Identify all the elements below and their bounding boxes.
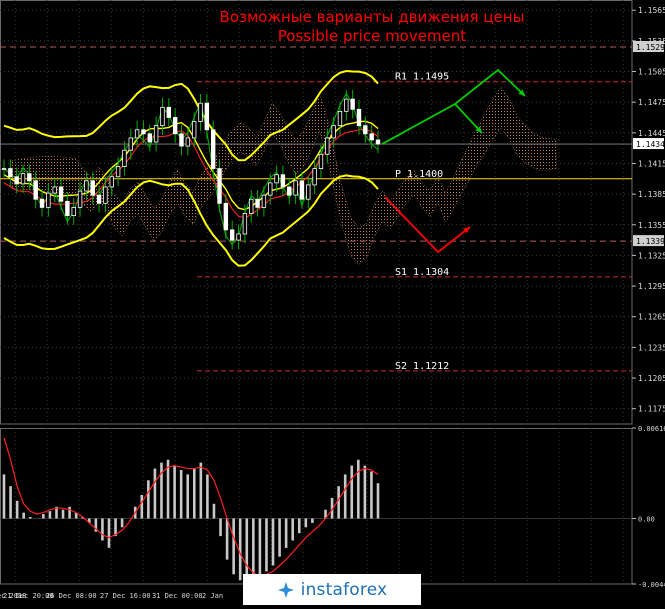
osc-tick-label: 0.00616 bbox=[638, 425, 665, 433]
marked-price-label: 1.1529 bbox=[636, 43, 665, 52]
candle-body bbox=[255, 198, 260, 208]
candle-body bbox=[179, 133, 184, 147]
candle-body bbox=[331, 125, 336, 139]
candle-body bbox=[299, 180, 305, 200]
candle-body bbox=[198, 102, 203, 122]
title-ru: Возможные варианты движения цены bbox=[220, 8, 525, 26]
candle-body bbox=[223, 202, 229, 231]
current-price-label: 1.1434 bbox=[636, 140, 665, 149]
candle-body bbox=[52, 186, 57, 194]
candle-body bbox=[147, 133, 152, 143]
candle-body bbox=[134, 129, 140, 139]
price-tick-label: 1.1415 bbox=[638, 159, 665, 168]
candle-body bbox=[363, 125, 368, 135]
candle-body bbox=[306, 184, 311, 200]
price-tick-label: 1.1235 bbox=[638, 343, 665, 352]
time-label: 26 Dec 08:00 bbox=[46, 592, 97, 600]
candle-body bbox=[1, 168, 7, 170]
price-tick-label: 1.1205 bbox=[638, 374, 665, 383]
candle-body bbox=[46, 192, 51, 208]
price-tick-label: 1.1475 bbox=[638, 98, 665, 107]
pivot-label: S2 1.1212 bbox=[395, 361, 449, 372]
candle-body bbox=[115, 166, 121, 178]
pivot-label: S1 1.1304 bbox=[395, 267, 449, 278]
candle-body bbox=[236, 233, 241, 241]
candle-body bbox=[325, 137, 330, 155]
time-label: 27 Dec 16:00 bbox=[100, 592, 151, 600]
candle-body bbox=[33, 180, 38, 200]
price-tick-label: 1.1565 bbox=[638, 6, 665, 15]
candle-body bbox=[318, 153, 324, 169]
candle-body bbox=[268, 182, 273, 196]
lower-marked-price-label: 1.1339 bbox=[636, 237, 665, 246]
pivot-label: P 1.1400 bbox=[395, 169, 443, 180]
candle-body bbox=[230, 229, 235, 241]
pivot-label: R1 1.1495 bbox=[395, 72, 449, 83]
time-label: 31 Dec 00:00 bbox=[152, 592, 203, 600]
logo-mark-icon bbox=[277, 581, 295, 599]
candle-body bbox=[350, 98, 355, 110]
candle-body bbox=[141, 129, 146, 135]
price-tick-label: 1.1445 bbox=[638, 129, 665, 138]
price-tick-label: 1.1325 bbox=[638, 251, 665, 260]
price-tick-label: 1.1175 bbox=[638, 405, 665, 414]
time-label: 2 Jan bbox=[202, 592, 223, 600]
price-tick-label: 1.1385 bbox=[638, 190, 665, 199]
chart-stage: R2 1.1588R1 1.1495P 1.1400S1 1.1304S2 1.… bbox=[0, 0, 665, 605]
osc-tick-label: 0.00 bbox=[638, 515, 655, 523]
candle-body bbox=[280, 174, 286, 188]
price-tick-label: 1.1295 bbox=[638, 282, 665, 291]
candle-body bbox=[274, 174, 279, 184]
candle-body bbox=[58, 186, 64, 202]
candle-body bbox=[39, 198, 45, 208]
candle-body bbox=[287, 186, 292, 196]
candle-body bbox=[210, 129, 216, 169]
candle-body bbox=[122, 149, 127, 167]
candle-body bbox=[172, 117, 178, 135]
candle-body bbox=[293, 180, 298, 196]
candle-body bbox=[90, 180, 95, 196]
candle-body bbox=[128, 137, 133, 151]
candle-body bbox=[312, 168, 317, 186]
candle-body bbox=[14, 176, 19, 185]
candle-body bbox=[96, 194, 102, 204]
candle-body bbox=[84, 180, 89, 192]
candle-body bbox=[185, 137, 191, 147]
candle-body bbox=[20, 173, 26, 185]
candle-body bbox=[337, 110, 343, 127]
candle-body bbox=[8, 168, 13, 178]
price-tick-label: 1.1505 bbox=[638, 68, 665, 77]
osc-tick-label: -0.00446 bbox=[638, 581, 665, 589]
candle-body bbox=[160, 106, 165, 127]
candle-body bbox=[109, 176, 114, 188]
price-tick-label: 1.1355 bbox=[638, 221, 665, 230]
candle-body bbox=[344, 98, 349, 112]
title-en: Possible price movement bbox=[278, 27, 467, 45]
candle-body bbox=[375, 139, 381, 145]
candle-body bbox=[27, 173, 32, 182]
chart-svg: R2 1.1588R1 1.1495P 1.1400S1 1.1304S2 1.… bbox=[0, 0, 665, 605]
candle-body bbox=[217, 168, 222, 204]
candle-body bbox=[261, 194, 267, 208]
instaforex-logo: instaforex bbox=[243, 574, 421, 605]
candle-body bbox=[204, 102, 210, 131]
candle-body bbox=[369, 133, 374, 141]
logo-text: instaforex bbox=[300, 579, 388, 600]
candle-body bbox=[71, 207, 76, 216]
price-tick-label: 1.1265 bbox=[638, 313, 665, 322]
candle-body bbox=[356, 108, 362, 127]
candle-body bbox=[153, 125, 159, 143]
candle-body bbox=[103, 186, 108, 204]
candle-body bbox=[77, 190, 83, 208]
candle-body bbox=[191, 121, 197, 139]
candle-body bbox=[242, 213, 248, 235]
candle-body bbox=[249, 198, 254, 214]
time-axis: 20 Dec 201821 Dec 20:0026 Dec 08:0027 De… bbox=[0, 592, 223, 600]
candle-body bbox=[166, 106, 172, 118]
candle-body bbox=[65, 200, 70, 216]
